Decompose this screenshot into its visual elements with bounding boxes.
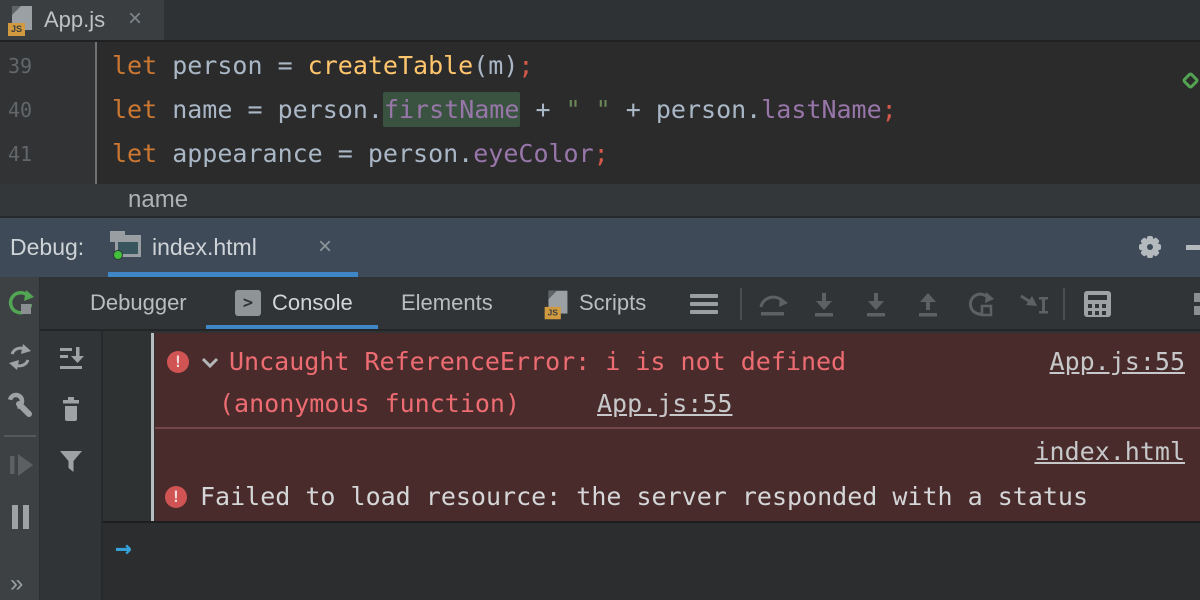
- gear-icon[interactable]: [1137, 234, 1163, 260]
- js-file-icon: JS: [8, 6, 34, 36]
- error-block: ! Uncaught ReferenceError: i is not defi…: [155, 333, 1200, 521]
- force-step-into-icon[interactable]: [859, 290, 893, 320]
- console-location-row: index.html: [155, 431, 1200, 473]
- code-editor[interactable]: 39 let person = createTable(m); 40 let n…: [0, 42, 1200, 184]
- code-line[interactable]: 39 let person = createTable(m);: [0, 44, 1200, 88]
- tab-debugger[interactable]: Debugger: [90, 277, 187, 329]
- console-stack-row: (anonymous function) App.js:55: [155, 383, 1200, 425]
- source-link[interactable]: App.js:55: [597, 383, 732, 425]
- editor-tab-bar: JS App.js ×: [0, 0, 1200, 42]
- close-icon[interactable]: ×: [318, 218, 332, 275]
- active-tab-underline: [206, 325, 378, 329]
- source-link[interactable]: App.js:55: [1050, 341, 1185, 383]
- console-tab-icon[interactable]: >: [235, 290, 261, 316]
- error-icon: !: [165, 486, 187, 508]
- js-badge: JS: [8, 23, 25, 36]
- console-tool-column: [40, 331, 103, 600]
- console-toolbar: Debugger > Console Elements JS Scripts: [40, 277, 1200, 331]
- menu-icon[interactable]: [690, 293, 718, 315]
- step-into-icon[interactable]: [807, 290, 841, 320]
- resume-icon[interactable]: [6, 451, 34, 479]
- debug-tab-index-html[interactable]: index.html: [152, 218, 257, 277]
- stack-frame: (anonymous function): [219, 383, 520, 425]
- console-output[interactable]: ! Uncaught ReferenceError: i is not defi…: [103, 331, 1200, 521]
- chevron-down-icon[interactable]: [201, 357, 219, 369]
- debug-sidebar: »: [0, 277, 40, 600]
- line-number[interactable]: 41: [8, 132, 68, 176]
- code-line[interactable]: 41 let appearance = person.eyeColor;: [0, 132, 1200, 176]
- console-left-rule: [151, 333, 154, 521]
- tab-scripts[interactable]: Scripts: [579, 277, 646, 329]
- error-message: Failed to load resource: the server resp…: [200, 475, 1088, 519]
- line-number[interactable]: 40: [8, 88, 68, 132]
- tab-app-js[interactable]: JS App.js ×: [0, 0, 164, 40]
- scroll-to-end-icon[interactable]: [57, 344, 85, 372]
- hide-panel-icon[interactable]: [1186, 245, 1200, 250]
- sidebar-divider: [4, 435, 36, 437]
- layout-icon[interactable]: [1188, 291, 1200, 321]
- highlighted-usage: firstName: [383, 92, 520, 127]
- prompt-arrow-icon: →: [115, 531, 132, 564]
- source-link[interactable]: index.html: [1034, 431, 1185, 473]
- tab-elements[interactable]: Elements: [401, 277, 493, 329]
- js-file-icon: JS: [545, 291, 570, 320]
- error-message: Uncaught ReferenceError: i is not define…: [229, 341, 846, 383]
- debug-header: Debug: index.html ×: [0, 216, 1200, 277]
- clear-console-icon[interactable]: [57, 395, 85, 423]
- close-icon[interactable]: ×: [128, 0, 142, 38]
- debug-session-icon: [110, 231, 144, 263]
- toolbar-separator: [1063, 288, 1065, 320]
- toolbar-separator: [740, 288, 742, 320]
- breadcrumb[interactable]: name: [128, 184, 188, 216]
- js-badge: JS: [545, 307, 561, 319]
- console-row-divider: [155, 427, 1200, 429]
- breadcrumb-bar: name: [0, 184, 1200, 216]
- live-indicator-dot: [113, 250, 123, 260]
- tab-title: App.js: [44, 0, 105, 40]
- console-error-row: ! Failed to load resource: the server re…: [155, 475, 1200, 519]
- tab-console[interactable]: Console: [272, 277, 353, 329]
- evaluate-expression-icon[interactable]: [1082, 289, 1116, 319]
- rerun-icon[interactable]: [6, 289, 34, 317]
- step-over-icon[interactable]: [756, 290, 790, 320]
- console-error-row: ! Uncaught ReferenceError: i is not defi…: [155, 341, 1200, 383]
- step-into-selection-icon[interactable]: [1017, 290, 1051, 320]
- refresh-icon[interactable]: [6, 343, 34, 371]
- line-number[interactable]: 39: [8, 44, 68, 88]
- wrench-icon[interactable]: [6, 391, 34, 419]
- run-to-cursor-icon[interactable]: [964, 290, 998, 320]
- pause-icon[interactable]: [6, 503, 34, 531]
- step-out-icon[interactable]: [911, 290, 945, 320]
- error-icon: !: [167, 351, 189, 373]
- ide-window: JS App.js × 39 let person = createTable(…: [0, 0, 1200, 600]
- debug-label: Debug:: [10, 218, 84, 277]
- more-icon[interactable]: »: [10, 570, 23, 598]
- filter-icon[interactable]: [57, 448, 85, 476]
- console-input[interactable]: →: [103, 521, 1200, 600]
- code-line[interactable]: 40 let name = person.firstName + " " + p…: [0, 88, 1200, 132]
